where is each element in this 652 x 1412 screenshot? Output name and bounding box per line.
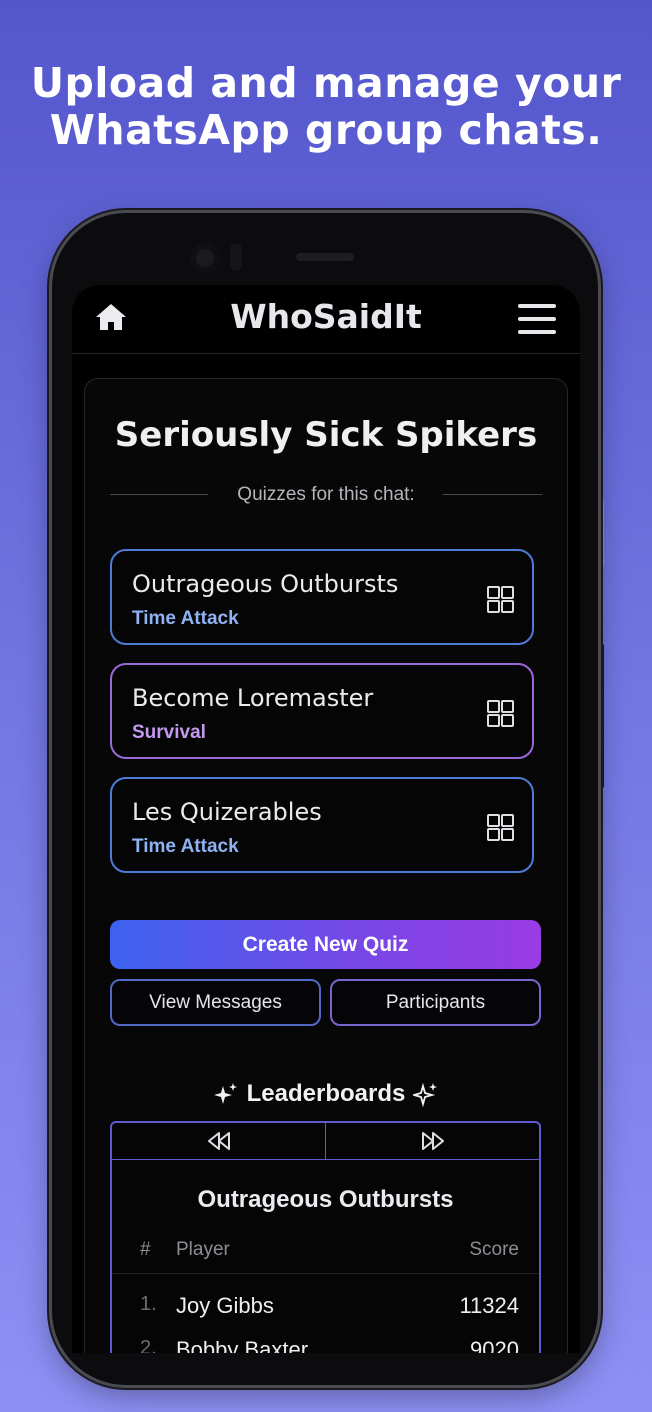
view-messages-button[interactable]: View Messages <box>110 979 321 1026</box>
player-name: Bobby Baxter <box>176 1337 309 1353</box>
quizzes-label: Quizzes for this chat: <box>237 484 415 505</box>
quiz-mode: Survival <box>132 722 206 743</box>
previous-leaderboard-button[interactable] <box>112 1123 326 1159</box>
fast-forward-icon <box>422 1132 444 1150</box>
grid-icon[interactable] <box>487 700 515 728</box>
chat-title: Seriously Sick Spikers <box>114 415 538 455</box>
leaderboard-row: 2. Bobby Baxter 9020 <box>112 1337 539 1353</box>
leaderboard-quiz-title: Outrageous Outbursts <box>197 1186 454 1213</box>
earpiece-speaker <box>296 253 354 261</box>
leaderboards-heading: Leaderboards <box>85 1079 567 1109</box>
phone-volume-button <box>598 643 604 789</box>
quiz-name: Les Quizerables <box>132 798 322 826</box>
quiz-mode: Time Attack <box>132 836 239 857</box>
quiz-card[interactable]: Become Loremaster Survival <box>110 663 534 759</box>
quiz-card[interactable]: Outrageous Outbursts Time Attack <box>110 549 534 645</box>
score-column-header: Score <box>469 1239 519 1260</box>
rank: 2. <box>140 1337 157 1353</box>
hamburger-menu-icon[interactable] <box>518 304 556 334</box>
quizzes-divider: Quizzes for this chat: <box>110 483 542 507</box>
rewind-icon <box>208 1132 230 1150</box>
player-column-header: Player <box>176 1239 230 1260</box>
app-title: WhoSaidIt <box>230 297 422 336</box>
headline-line-1: Upload and manage your <box>30 59 622 107</box>
leaderboard-nav <box>112 1123 539 1160</box>
create-quiz-button[interactable]: Create New Quiz <box>110 920 541 969</box>
next-leaderboard-button[interactable] <box>326 1123 539 1159</box>
sparkles-icon <box>213 1082 237 1104</box>
phone-screen: WhoSaidIt Seriously Sick Spikers Quizzes… <box>72 285 580 1353</box>
player-name: Joy Gibbs <box>176 1293 274 1318</box>
rank-column-header: # <box>140 1239 151 1260</box>
participants-button[interactable]: Participants <box>330 979 541 1026</box>
quiz-name: Outrageous Outbursts <box>132 570 399 598</box>
score: 9020 <box>470 1337 519 1353</box>
phone-side-button <box>598 498 604 568</box>
rank: 1. <box>140 1293 157 1315</box>
grid-icon[interactable] <box>487 814 515 842</box>
leaderboard-panel: Outrageous Outbursts # Player Score 1. J… <box>110 1121 541 1353</box>
headline-line-2: WhatsApp group chats. <box>49 106 603 154</box>
sparkles-icon <box>413 1082 438 1107</box>
sensor <box>230 243 242 271</box>
leaderboard-row: 1. Joy Gibbs 11324 <box>112 1293 539 1333</box>
chat-card: Seriously Sick Spikers Quizzes for this … <box>84 378 568 1353</box>
front-camera <box>190 243 220 273</box>
leaderboard-header-row: # Player Score <box>112 1239 539 1274</box>
promo-headline: Upload and manage your WhatsApp group ch… <box>0 60 652 154</box>
app-bar: WhoSaidIt <box>72 285 580 354</box>
grid-icon[interactable] <box>487 586 515 614</box>
score: 11324 <box>459 1293 519 1318</box>
quiz-name: Become Loremaster <box>132 684 374 712</box>
quiz-mode: Time Attack <box>132 608 239 629</box>
quiz-card[interactable]: Les Quizerables Time Attack <box>110 777 534 873</box>
leaderboards-title: Leaderboards <box>246 1080 406 1107</box>
